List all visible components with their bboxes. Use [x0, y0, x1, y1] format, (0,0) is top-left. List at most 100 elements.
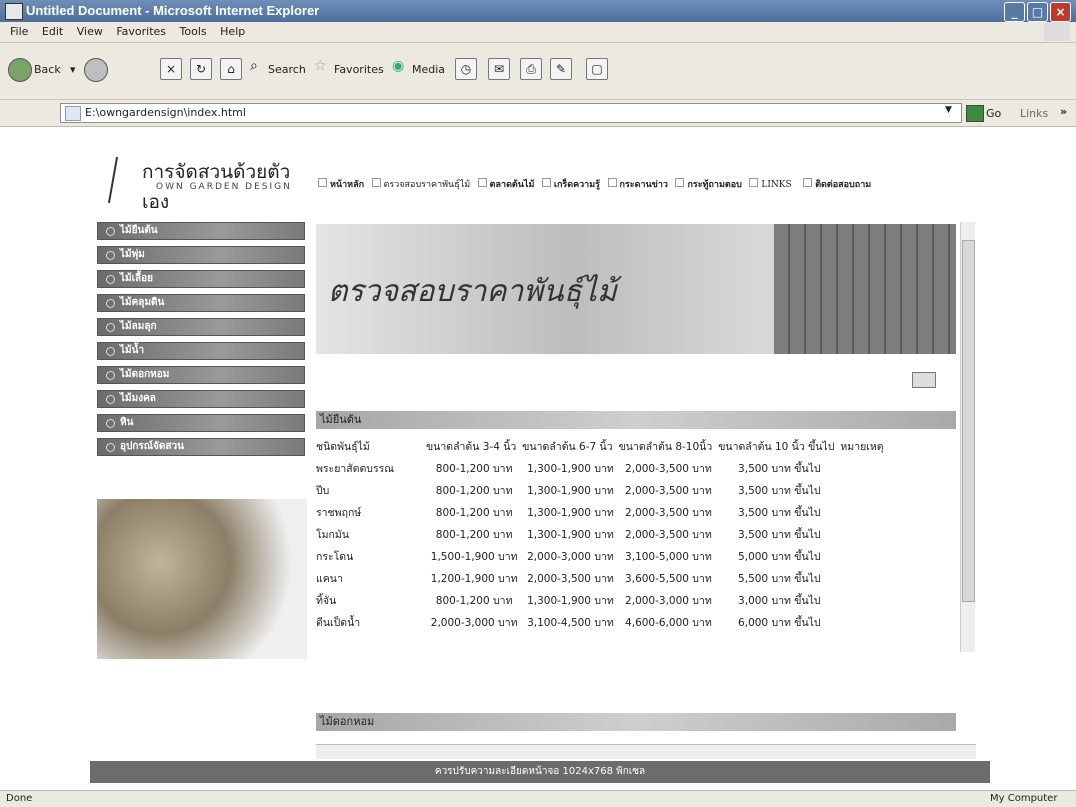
banner-photo [774, 224, 956, 354]
table-cell: 800-1,200 บาท [435, 528, 513, 541]
table-cell: 5,500 บาท ขึ้นไป [738, 572, 821, 585]
table-cell: 1,500-1,900 บาท [430, 550, 518, 563]
table-cell [840, 589, 889, 611]
address-input[interactable]: E:\owngardensign\index.html ▼ [60, 103, 962, 123]
table-cell: 3,100-4,500 บาท [527, 616, 614, 629]
sidebar-item-equipment[interactable]: อุปกรณ์จัดสวน [97, 438, 305, 456]
page-banner: ตรวจสอบราคาพันธุ์ไม้ [316, 224, 956, 354]
menu-favorites[interactable]: Favorites [116, 25, 166, 38]
nav-links[interactable]: LINKS [749, 175, 795, 191]
table-cell: 1,300-1,900 บาท [527, 528, 614, 541]
media-icon[interactable]: ◉ [392, 58, 404, 74]
sidebar-item-auspicious[interactable]: ไม้มงคล [97, 390, 305, 408]
sidebar-item-stones[interactable]: หิน [97, 414, 305, 432]
address-dropdown-icon[interactable]: ▼ [945, 105, 952, 115]
print-icon[interactable] [912, 372, 936, 388]
scrollbar-thumb[interactable] [962, 240, 975, 602]
go-arrow-icon[interactable] [966, 105, 984, 122]
edit-button[interactable]: ✎ [550, 58, 572, 80]
table-cell: 1,300-1,900 บาท [527, 484, 614, 497]
nav-home[interactable]: หน้าหลัก [318, 178, 364, 190]
favorites-star-icon[interactable]: ☆ [314, 58, 327, 74]
discuss-button[interactable]: ▢ [586, 58, 608, 80]
table-cell: 2,000-3,500 บาท [527, 572, 614, 585]
nav-plant-market[interactable]: ตลาดต้นไม้ [477, 178, 534, 190]
favorites-button[interactable]: Favorites [334, 63, 384, 76]
back-arrow-icon[interactable] [8, 58, 32, 82]
table-cell: ปีบ [316, 484, 330, 497]
table-cell: 2,000-3,500 บาท [625, 506, 712, 519]
table-cell: 3,000 บาท ขึ้นไป [738, 594, 821, 607]
refresh-button[interactable]: ↻ [190, 58, 212, 80]
links-chevron-icon[interactable]: » [1060, 105, 1067, 118]
forward-arrow-icon[interactable] [84, 58, 108, 82]
table-cell [840, 501, 889, 523]
history-button[interactable]: ◷ [455, 58, 477, 80]
page-viewport: การจัดสวนด้วยตัวเอง OWN GARDEN DESIGN หน… [0, 127, 1076, 790]
sidebar-item-groundcover[interactable]: ไม้คลุมดิน [97, 294, 305, 312]
address-bar: E:\owngardensign\index.html ▼ Go Links » [0, 100, 1076, 127]
close-button[interactable]: × [1050, 2, 1071, 22]
go-button[interactable]: Go [986, 107, 1001, 120]
nav-price-check[interactable]: ตรวจสอบราคาพันธุ์ไม้ [371, 178, 470, 190]
table-cell: 1,300-1,900 บาท [527, 594, 614, 607]
table-cell [840, 523, 889, 545]
table-cell: 3,500 บาท ขึ้นไป [738, 462, 821, 475]
section-heading-fragrant: ไม้ดอกหอม [316, 713, 956, 731]
sidebar-item-shrubs[interactable]: ไม้พุ่ม [97, 246, 305, 264]
nav-knowledge[interactable]: เกร็ดความรู้ [541, 178, 600, 190]
table-cell: 3,100-5,000 บาท [625, 550, 712, 563]
stop-button[interactable]: × [160, 58, 182, 80]
table-header-row: ชนิดพันธุ์ไม้ ขนาดลำต้น 3-4 นิ้ว ขนาดลำต… [316, 435, 890, 457]
search-button[interactable]: Search [268, 63, 306, 76]
col-header: ชนิดพันธุ์ไม้ [316, 440, 370, 453]
table-cell: 3,500 บาท ขึ้นไป [738, 506, 821, 519]
sidebar-item-aquatic[interactable]: ไม้น้ำ [97, 342, 305, 360]
window-title-bar[interactable]: Untitled Document - Microsoft Internet E… [0, 0, 1076, 22]
media-button[interactable]: Media [412, 63, 445, 76]
site-logo[interactable]: การจัดสวนด้วยตัวเอง OWN GARDEN DESIGN [107, 157, 302, 213]
nav-qa[interactable]: กระทู้ถามตอบ [675, 178, 742, 190]
minimize-button[interactable]: _ [1004, 2, 1025, 22]
table-cell: 2,000-3,500 บาท [625, 484, 712, 497]
status-bar: Done My Computer [0, 790, 1076, 807]
menu-edit[interactable]: Edit [42, 25, 63, 38]
horizontal-scrollbar[interactable] [316, 744, 976, 759]
menu-view[interactable]: View [77, 25, 103, 38]
table-cell: 1,300-1,900 บาท [527, 506, 614, 519]
col-header: ขนาดลำต้น 6-7 นิ้ว [522, 440, 613, 453]
sidebar-item-trees[interactable]: ไม้ยืนต้น [97, 222, 305, 240]
sidebar-item-climbers[interactable]: ไม้เลื้อย [97, 270, 305, 288]
sidebar-item-annuals[interactable]: ไม้ลมลุก [97, 318, 305, 336]
search-icon[interactable]: ⌕ [250, 58, 258, 74]
table-row: ตีนเป็ดน้ำ 2,000-3,000 บาท 3,100-4,500 บาท… [316, 611, 890, 633]
table-row: แคนา 1,200-1,900 บาท 2,000-3,500 บาท 3,600-… [316, 567, 890, 589]
maximize-button[interactable]: □ [1027, 2, 1048, 22]
menu-tools[interactable]: Tools [180, 25, 207, 38]
ie-icon [5, 3, 23, 20]
links-button[interactable]: Links [1020, 107, 1048, 120]
nav-webboard[interactable]: กระดานข่าว [607, 178, 668, 190]
page-icon [65, 106, 81, 121]
col-header: ขนาดลำต้น 3-4 นิ้ว [426, 440, 517, 453]
mail-button[interactable]: ✉ [488, 58, 510, 80]
back-button[interactable]: Back [34, 63, 61, 76]
table-cell: 2,000-3,000 บาท [527, 550, 614, 563]
table-cell: 1,200-1,900 บาท [430, 572, 518, 585]
status-zone: My Computer [990, 793, 1058, 804]
table-row: ราชพฤกษ์ 800-1,200 บาท 1,300-1,900 บาท 2,00… [316, 501, 890, 523]
home-button[interactable]: ⌂ [220, 58, 242, 80]
table-cell: แคนา [316, 572, 343, 585]
table-cell [840, 479, 889, 501]
sidebar-item-fragrant[interactable]: ไม้ดอกหอม [97, 366, 305, 384]
menu-bar: File Edit View Favorites Tools Help [0, 22, 1076, 43]
vertical-scrollbar[interactable] [960, 222, 975, 652]
table-cell: กระโดน [316, 550, 354, 563]
back-dropdown-icon[interactable]: ▾ [70, 63, 76, 76]
menu-help[interactable]: Help [220, 25, 245, 38]
menu-file[interactable]: File [10, 25, 28, 38]
print-button[interactable]: ⎙ [520, 58, 542, 80]
table-cell: ตีนเป็ดน้ำ [316, 616, 361, 629]
table-cell [840, 567, 889, 589]
nav-contact[interactable]: ติดต่อสอบถาม [803, 178, 871, 190]
